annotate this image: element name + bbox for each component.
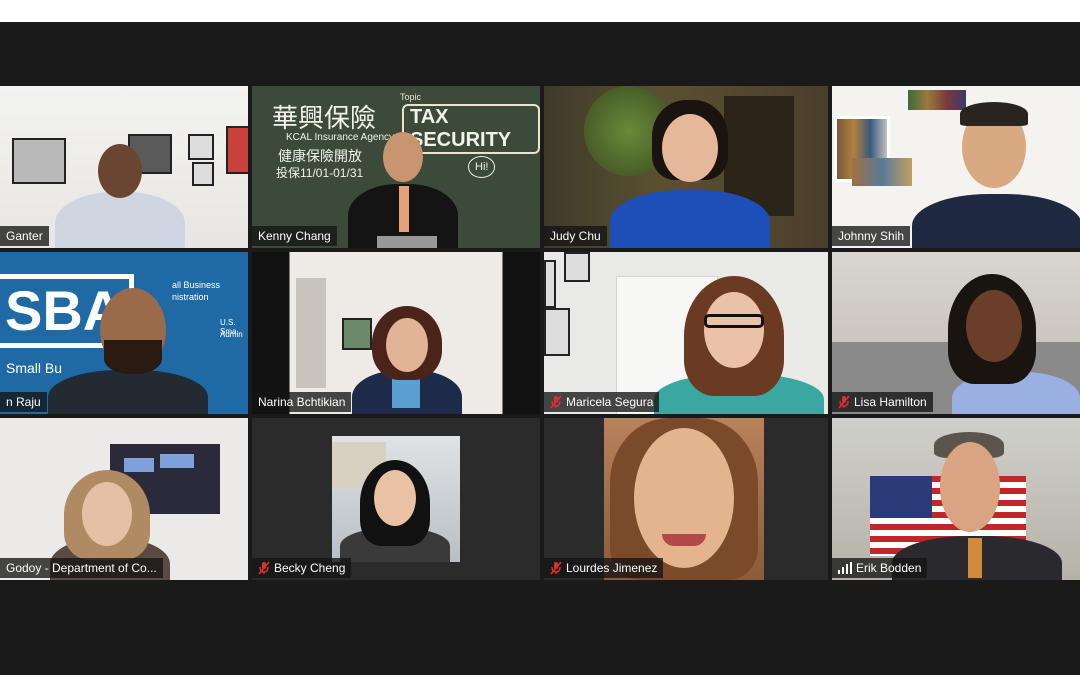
laptop: [377, 236, 437, 248]
wall-frame: [188, 134, 214, 160]
chalk-topic: TAX SECURITY: [402, 104, 540, 154]
person-head: [98, 144, 142, 198]
person-head: [386, 318, 428, 372]
video-tile-lourdes-jimenez[interactable]: Lourdes Jimenez: [544, 418, 828, 580]
participant-name-label: Erik Bodden: [832, 558, 928, 578]
person-head: [374, 470, 416, 526]
person-tie: [968, 538, 982, 578]
video-tile-judy-chu[interactable]: Judy Chu: [544, 86, 828, 248]
curtain: [296, 278, 326, 388]
sba-text: Admin: [220, 330, 243, 339]
video-feed: [544, 252, 828, 414]
participant-name-label: Godoy - Department of Co...: [0, 558, 163, 578]
video-tile-becky-cheng[interactable]: Becky Cheng: [252, 418, 540, 580]
person-head: [383, 132, 423, 182]
sba-text: all Business: [172, 280, 221, 290]
video-feed: [832, 252, 1080, 414]
wall-frame: [226, 126, 248, 174]
participant-name-label: Ganter: [0, 226, 49, 246]
mic-muted-icon: [550, 561, 562, 575]
video-feed: [0, 86, 248, 248]
window-pane: [160, 454, 194, 468]
mic-muted-icon: [550, 395, 562, 409]
flag-canton: [870, 476, 932, 518]
mic-muted-icon: [838, 395, 850, 409]
sba-background: SBA all Business nistration U.S. Sma Adm…: [0, 252, 248, 414]
participant-name-label: Judy Chu: [544, 226, 607, 246]
video-tile-erik-bodden[interactable]: Erik Bodden: [832, 418, 1080, 580]
participant-name-label: Narina Bchtikian: [252, 392, 352, 412]
video-feed: [252, 252, 540, 414]
participant-name-label: Johnny Shih: [832, 226, 911, 246]
easel-painting: [342, 318, 372, 350]
participant-name-label: Lourdes Jimenez: [544, 558, 664, 578]
person-head: [704, 292, 764, 368]
person-body: [610, 190, 770, 248]
person-head: [82, 482, 132, 546]
person-hair: [960, 102, 1028, 126]
participant-name-label: Kenny Chang: [252, 226, 337, 246]
wall-frame: [544, 260, 556, 308]
person-head: [940, 442, 1000, 532]
chalk-line: 健康保險開放: [278, 148, 362, 164]
wall-frame: [544, 308, 570, 356]
wall-frame: [564, 252, 590, 282]
video-tile-ganter[interactable]: Ganter: [0, 86, 248, 248]
person-smile: [662, 534, 706, 546]
person-glasses: [704, 314, 764, 328]
video-tile-narina-bchtikian[interactable]: Narina Bchtikian: [252, 252, 540, 414]
wall-frame: [192, 162, 214, 186]
chalk-dates: 投保11/01-01/31: [276, 166, 364, 180]
mic-muted-icon: [258, 561, 270, 575]
participant-name-label: Becky Cheng: [252, 558, 352, 578]
person-body: [912, 194, 1080, 248]
profile-photo: [332, 436, 460, 562]
person-body: [48, 370, 208, 414]
bookshelf: [908, 90, 966, 110]
participant-name-label: n Raju: [0, 392, 47, 412]
wall-frame: [12, 138, 66, 184]
participant-name-label: Maricela Segura: [544, 392, 660, 412]
participant-name-label: Lisa Hamilton: [832, 392, 933, 412]
video-tile-raju[interactable]: SBA all Business nistration U.S. Sma Adm…: [0, 252, 248, 414]
video-tile-maricela-segura[interactable]: Maricela Segura: [544, 252, 828, 414]
person-tie: [399, 186, 409, 232]
person-head: [966, 290, 1022, 362]
gallery-view: Ganter 華興保險 KCAL Insurance Agency 健康保險開放…: [0, 86, 1080, 582]
profile-photo: [604, 418, 764, 580]
chalk-title: 華興保險: [272, 104, 377, 134]
window-top-bar: [0, 0, 1080, 22]
chalkboard-background: 華興保險 KCAL Insurance Agency 健康保險開放 投保11/0…: [252, 86, 540, 248]
chalk-bubble: Hi!: [468, 156, 496, 178]
video-tile-johnny-shih[interactable]: Johnny Shih: [832, 86, 1080, 248]
sba-text: nistration: [172, 292, 209, 302]
video-tile-kenny-chang[interactable]: 華興保險 KCAL Insurance Agency 健康保險開放 投保11/0…: [252, 86, 540, 248]
video-tile-lisa-hamilton[interactable]: Lisa Hamilton: [832, 252, 1080, 414]
video-feed: [544, 86, 828, 248]
person-beard: [104, 340, 162, 374]
video-feed: [832, 86, 1080, 248]
bookshelf: [852, 158, 912, 186]
person-head: [662, 114, 718, 182]
chalk-agency: KCAL Insurance Agency: [286, 132, 395, 143]
chalk-topic-label: Topic: [400, 92, 422, 102]
video-tile-godoy[interactable]: Godoy - Department of Co...: [0, 418, 248, 580]
person-head: [634, 428, 734, 568]
window-pane: [124, 458, 154, 472]
video-feed: [0, 418, 248, 580]
connection-signal-icon: [838, 562, 852, 574]
video-feed: [832, 418, 1080, 580]
sba-text: Small Bu: [6, 360, 63, 376]
person-body: [55, 192, 185, 248]
